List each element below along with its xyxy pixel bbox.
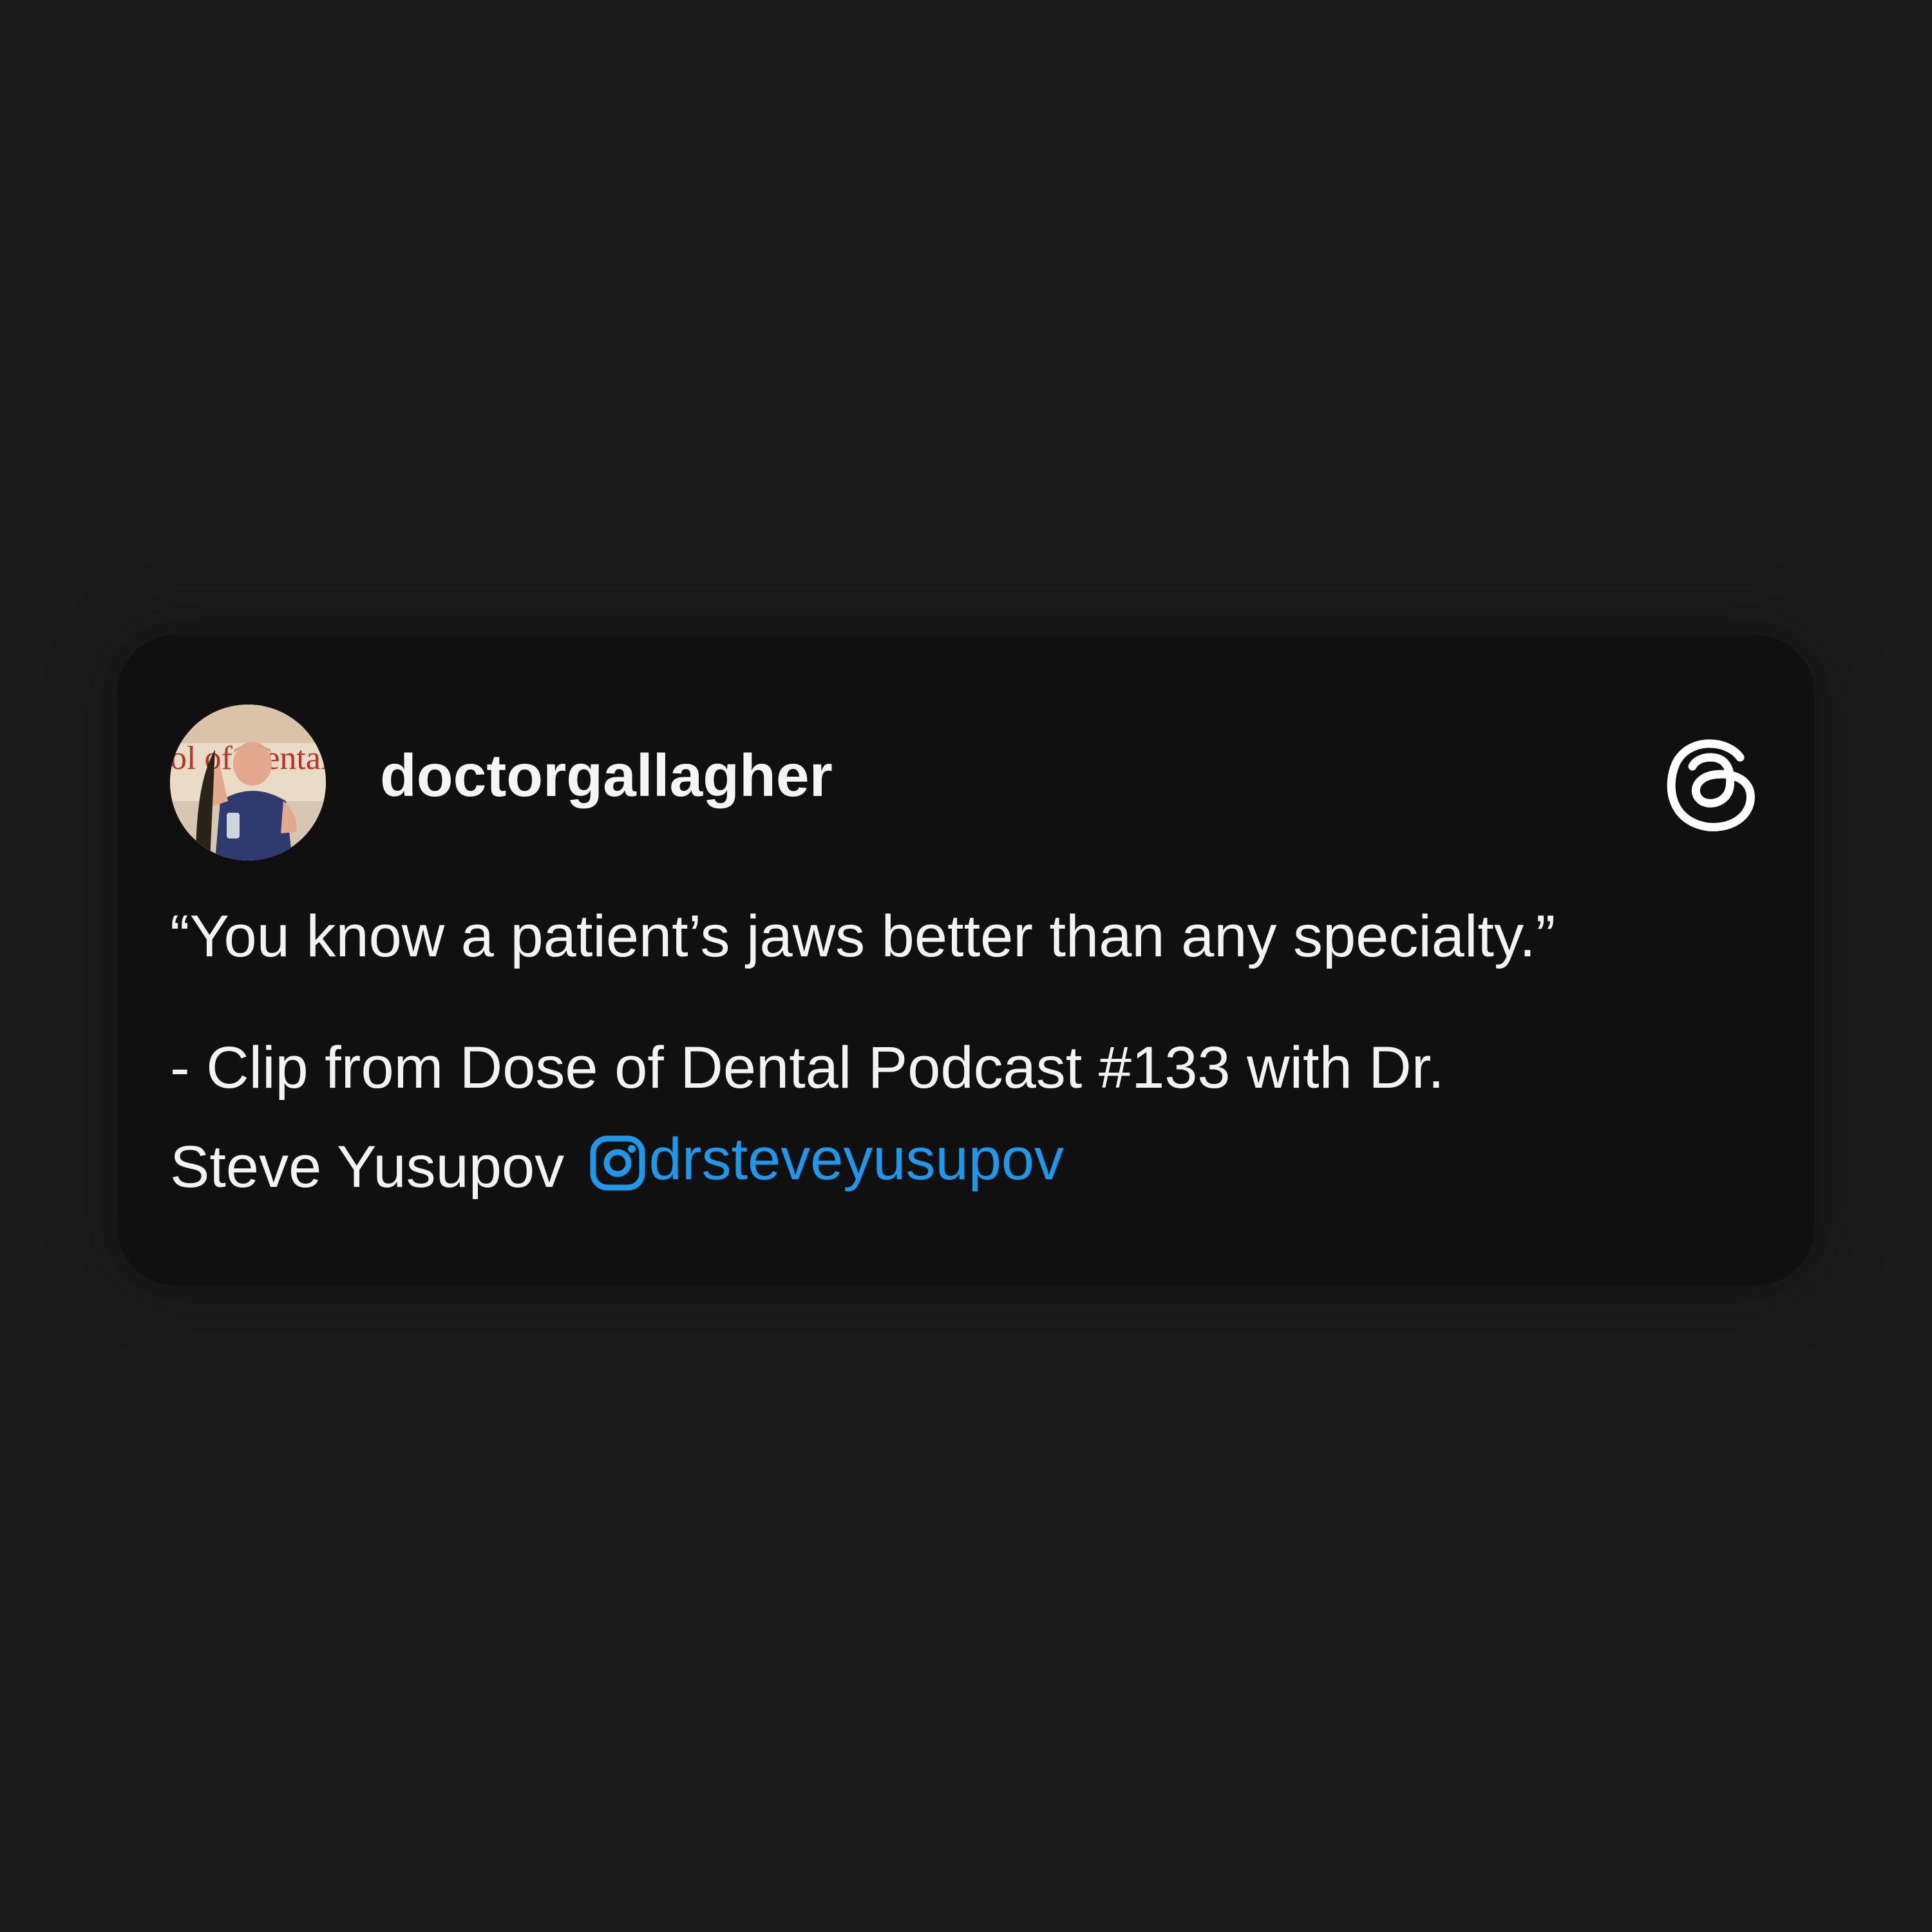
post-card: ol of Dental doctorgallagher “You know a… [117, 635, 1814, 1285]
guest-name: Steve Yusupov [170, 1134, 565, 1200]
threads-icon[interactable] [1663, 732, 1759, 833]
mention-link[interactable]: drsteveyusupov [581, 1130, 1064, 1191]
page: ol of Dental doctorgallagher “You know a… [0, 0, 1932, 1932]
mention-handle[interactable]: drsteveyusupov [649, 1130, 1064, 1189]
post-clip-text-line2: Steve Yusupov drsteveyusupov [170, 1130, 1064, 1197]
post-clip-text-line1: - Clip from Dose of Dental Podcast #133 … [170, 1035, 1444, 1101]
username[interactable]: doctorgallagher [380, 746, 833, 806]
post-quote: “You know a patient’s jaws better than a… [170, 904, 1556, 969]
instagram-icon [590, 1135, 645, 1191]
avatar-photo: ol of Dental [170, 705, 326, 860]
avatar[interactable]: ol of Dental [170, 705, 326, 860]
